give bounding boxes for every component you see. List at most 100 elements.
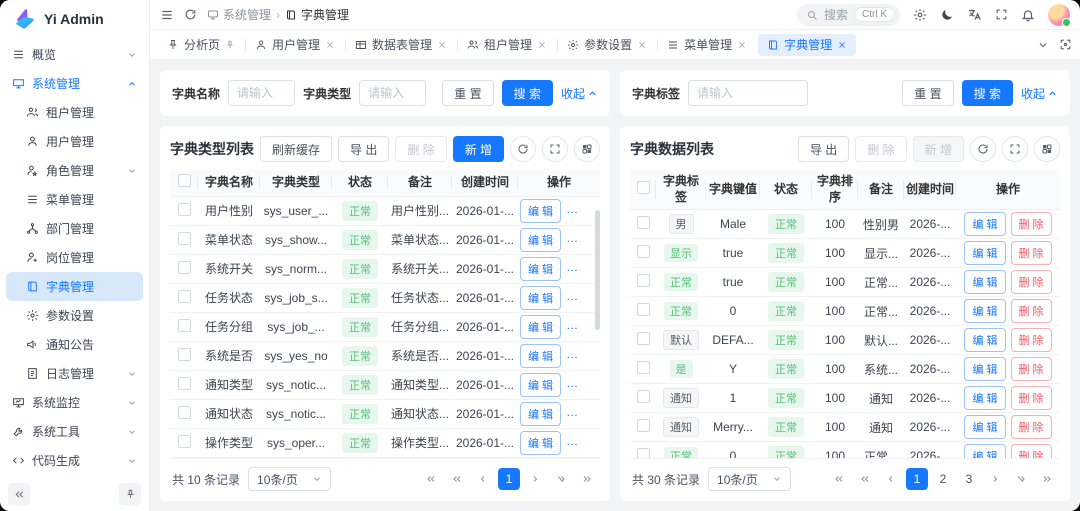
row-checkbox[interactable]	[178, 290, 191, 303]
page-size-select[interactable]: 10条/页	[708, 467, 791, 491]
sidebar-item-系统工具[interactable]: 系统工具	[6, 417, 143, 446]
edit-button[interactable]: 编 辑	[520, 431, 561, 455]
pin-sidebar-icon[interactable]	[119, 483, 141, 505]
tab-pin-icon[interactable]	[225, 40, 235, 50]
edit-button[interactable]: 编 辑	[964, 357, 1005, 381]
edit-button[interactable]: 编 辑	[964, 386, 1005, 410]
refresh-table-icon[interactable]	[970, 136, 996, 162]
sidebar-item-系统监控[interactable]: 系统监控	[6, 388, 143, 417]
delete-row-button[interactable]: 删 除	[1011, 299, 1052, 323]
delete-row-button[interactable]: 删 除	[1011, 328, 1052, 352]
row-checkbox[interactable]	[178, 319, 191, 332]
edit-button[interactable]: 编 辑	[964, 299, 1005, 323]
content-fullscreen-icon[interactable]	[1059, 38, 1072, 51]
sidebar-item-租户管理[interactable]: 租户管理	[6, 98, 143, 127]
pagination-first-icon[interactable]	[420, 468, 442, 490]
delete-button[interactable]: 删 除	[855, 136, 906, 162]
sidebar-item-参数设置[interactable]: 参数设置	[6, 301, 143, 330]
row-checkbox[interactable]	[637, 245, 650, 258]
tab-数据表管理[interactable]: 数据表管理	[346, 34, 456, 56]
delete-row-button[interactable]: 删 除	[1011, 357, 1052, 381]
edit-button[interactable]: 编 辑	[520, 402, 561, 426]
table-fullscreen-icon[interactable]	[1002, 136, 1028, 162]
fullscreen-icon[interactable]	[995, 8, 1008, 21]
pagination-next-icon[interactable]	[524, 468, 546, 490]
edit-button[interactable]: 编 辑	[520, 257, 561, 281]
export-button[interactable]: 导 出	[338, 136, 389, 162]
row-checkbox[interactable]	[178, 261, 191, 274]
tab-菜单管理[interactable]: 菜单管理	[658, 34, 756, 56]
pagination-prev-icon[interactable]	[472, 468, 494, 490]
page-number-3[interactable]: 3	[958, 468, 980, 490]
logo[interactable]: Yi Admin	[0, 0, 149, 36]
refresh-table-icon[interactable]	[510, 136, 536, 162]
tab-用户管理[interactable]: 用户管理	[246, 34, 344, 56]
column-settings-icon[interactable]	[1034, 136, 1060, 162]
delete-row-button[interactable]: 删 除	[1011, 444, 1052, 458]
tab-close-icon[interactable]	[737, 40, 747, 50]
reset-button[interactable]: 重 置	[442, 80, 493, 106]
page-number-2[interactable]: 2	[932, 468, 954, 490]
delete-row-button[interactable]: 删 除	[1011, 415, 1052, 439]
sidebar-item-部门管理[interactable]: 部门管理	[6, 214, 143, 243]
refresh-cache-button[interactable]: 刷新缓存	[260, 136, 332, 162]
translate-icon[interactable]	[967, 7, 982, 22]
row-checkbox[interactable]	[178, 232, 191, 245]
sidebar-item-用户管理[interactable]: 用户管理	[6, 127, 143, 156]
edit-button[interactable]: 编 辑	[964, 212, 1005, 236]
tab-close-icon[interactable]	[537, 40, 547, 50]
collapse-sidebar-button[interactable]	[8, 483, 30, 505]
dict-type-input[interactable]	[359, 80, 426, 106]
row-checkbox[interactable]	[637, 361, 650, 374]
sidebar-item-代码生成[interactable]: 代码生成	[6, 446, 143, 475]
row-checkbox[interactable]	[637, 303, 650, 316]
pagination-prev-icon[interactable]	[880, 468, 902, 490]
dict-name-input[interactable]	[228, 80, 295, 106]
row-checkbox[interactable]	[178, 348, 191, 361]
reset-button[interactable]: 重 置	[902, 80, 953, 106]
row-checkbox[interactable]	[178, 203, 191, 216]
edit-button[interactable]: 编 辑	[520, 199, 561, 223]
edit-button[interactable]: 编 辑	[520, 373, 561, 397]
pagination-last-icon[interactable]	[576, 468, 598, 490]
column-settings-icon[interactable]	[574, 136, 600, 162]
sidebar-item-岗位管理[interactable]: 岗位管理	[6, 243, 143, 272]
delete-row-button[interactable]: 删 除	[1011, 212, 1052, 236]
row-checkbox[interactable]	[637, 390, 650, 403]
pagination-first-icon[interactable]	[828, 468, 850, 490]
row-checkbox[interactable]	[637, 448, 650, 458]
gear-icon[interactable]	[913, 8, 927, 22]
edit-button[interactable]: 编 辑	[520, 286, 561, 310]
sidebar-item-通知公告[interactable]: 通知公告	[6, 330, 143, 359]
collapse-search-link[interactable]: 收起	[561, 85, 598, 102]
row-checkbox[interactable]	[637, 332, 650, 345]
table-fullscreen-icon[interactable]	[542, 136, 568, 162]
edit-button[interactable]: 编 辑	[964, 270, 1005, 294]
row-checkbox[interactable]	[637, 419, 650, 432]
tab-close-icon[interactable]	[437, 40, 447, 50]
pagination-prev2-icon[interactable]	[854, 468, 876, 490]
row-checkbox[interactable]	[178, 377, 191, 390]
pagination-prev2-icon[interactable]	[446, 468, 468, 490]
pagination-next-icon[interactable]	[984, 468, 1006, 490]
sidebar-item-菜单管理[interactable]: 菜单管理	[6, 185, 143, 214]
hamburger-icon[interactable]	[160, 8, 174, 22]
select-all-checkbox[interactable]	[178, 174, 191, 187]
edit-button[interactable]: 编 辑	[520, 344, 561, 368]
delete-row-button[interactable]: 删 除	[1011, 270, 1052, 294]
dict-label-input[interactable]	[688, 80, 808, 106]
export-button[interactable]: 导 出	[798, 136, 849, 162]
search-button[interactable]: 搜 索	[502, 80, 553, 106]
tab-分析页[interactable]: 分析页	[158, 34, 244, 56]
bell-icon[interactable]	[1021, 8, 1035, 22]
add-button[interactable]: 新 增	[453, 136, 504, 162]
edit-button[interactable]: 编 辑	[520, 228, 561, 252]
collapse-search-link[interactable]: 收起	[1021, 85, 1058, 102]
sidebar-item-角色管理[interactable]: 角色管理	[6, 156, 143, 185]
pagination-last-icon[interactable]	[1036, 468, 1058, 490]
delete-button[interactable]: 删 除	[395, 136, 446, 162]
pagination-next2-icon[interactable]	[1010, 468, 1032, 490]
tab-close-icon[interactable]	[637, 40, 647, 50]
tabs-dropdown-chevron-icon[interactable]	[1037, 39, 1049, 51]
edit-button[interactable]: 编 辑	[964, 328, 1005, 352]
